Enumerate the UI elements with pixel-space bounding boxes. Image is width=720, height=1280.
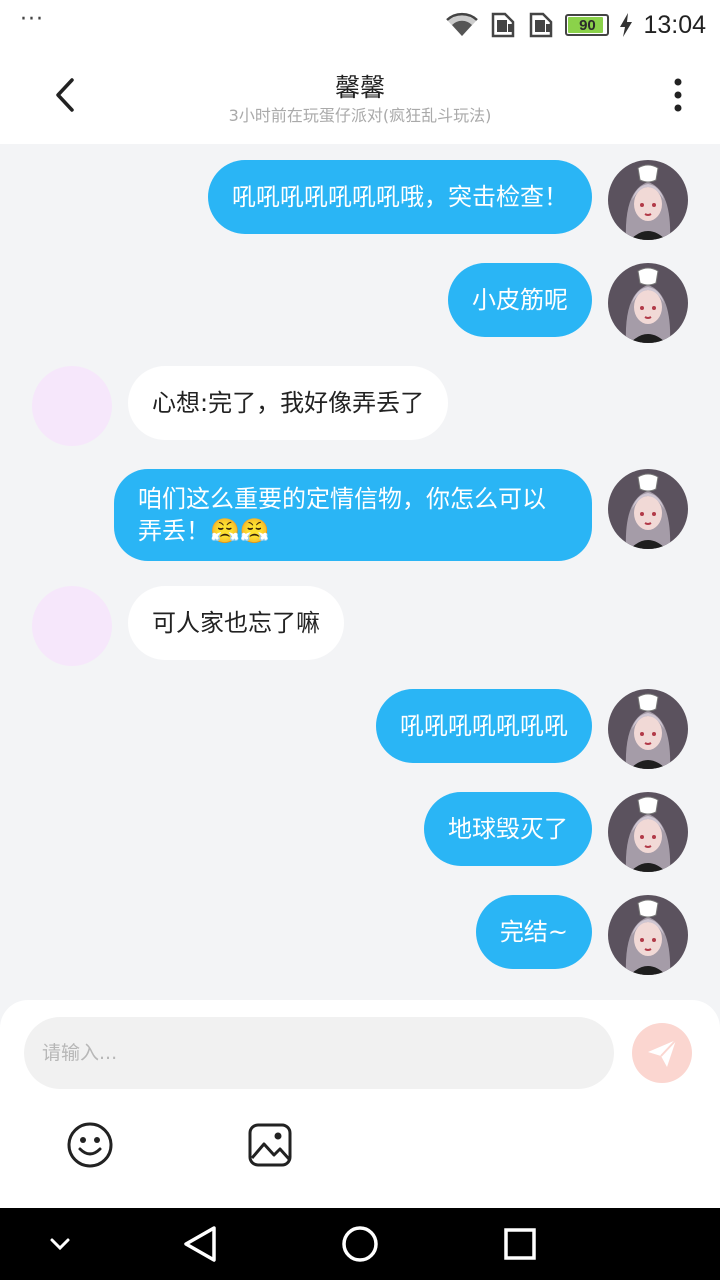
status-icons: 90 13:04: [445, 11, 706, 40]
circle-home-icon: [342, 1226, 378, 1262]
charging-icon: [620, 13, 633, 37]
message-bubble-outgoing[interactable]: 完结~: [475, 895, 592, 969]
hide-nav-button[interactable]: [24, 1208, 96, 1280]
status-time: 13:04: [643, 10, 706, 39]
avatar[interactable]: [608, 689, 688, 769]
paper-plane-icon: [648, 1039, 677, 1067]
more-vertical-icon: [674, 78, 682, 112]
avatar[interactable]: [608, 792, 688, 872]
back-nav-button[interactable]: [164, 1208, 236, 1280]
more-menu-button[interactable]: [658, 70, 698, 120]
message-bubble-incoming[interactable]: 可人家也忘了嘛: [128, 586, 344, 660]
avatar[interactable]: [608, 263, 688, 343]
avatar[interactable]: [608, 160, 688, 240]
message-bubble-outgoing[interactable]: 咱们这么重要的定情信物，你怎么可以弄丢！😤😤: [114, 469, 592, 561]
contact-status: 3小时前在玩蛋仔派对(疯狂乱斗玩法): [228, 106, 492, 125]
battery-level: 90: [579, 16, 596, 34]
battery-icon: 90: [565, 14, 610, 36]
avatar[interactable]: [608, 895, 688, 975]
sim2-icon: [530, 12, 553, 38]
message-list[interactable]: 吼吼吼吼吼吼吼哦，突击检查！ 小皮筋呢 心想:完了，我好像弄丢了 咱们这么重要的…: [0, 144, 720, 1000]
wifi-icon: [446, 12, 479, 37]
message-bubble-incoming[interactable]: 心想:完了，我好像弄丢了: [128, 366, 449, 440]
message-bubble-outgoing[interactable]: 地球毁灭了: [424, 792, 592, 866]
image-icon: [248, 1123, 292, 1167]
system-nav-bar: [0, 1208, 720, 1280]
square-recents-icon: [504, 1228, 536, 1260]
composer: [0, 1000, 720, 1208]
triangle-back-icon: [184, 1226, 216, 1262]
home-nav-button[interactable]: [324, 1208, 396, 1280]
send-button[interactable]: [632, 1023, 692, 1083]
message-bubble-outgoing[interactable]: 吼吼吼吼吼吼吼: [376, 689, 592, 763]
recents-nav-button[interactable]: [484, 1208, 556, 1280]
more-dots-icon: ···: [20, 7, 44, 32]
image-button[interactable]: [245, 1120, 295, 1170]
message-bubble-outgoing[interactable]: 吼吼吼吼吼吼吼哦，突击检查！: [208, 160, 592, 234]
chat-header: 馨馨 3小时前在玩蛋仔派对(疯狂乱斗玩法): [0, 50, 720, 144]
emoji-button[interactable]: [65, 1120, 115, 1170]
avatar[interactable]: [32, 586, 112, 666]
message-input[interactable]: [24, 1017, 614, 1089]
avatar[interactable]: [608, 469, 688, 549]
avatar[interactable]: [32, 366, 112, 446]
message-bubble-outgoing[interactable]: 小皮筋呢: [448, 263, 592, 337]
smiley-icon: [67, 1122, 113, 1168]
chevron-down-icon: [50, 1238, 70, 1251]
sim1-icon: [492, 12, 515, 38]
contact-name: 馨馨: [334, 73, 385, 102]
status-bar: ··· 90 13:04: [0, 0, 720, 50]
